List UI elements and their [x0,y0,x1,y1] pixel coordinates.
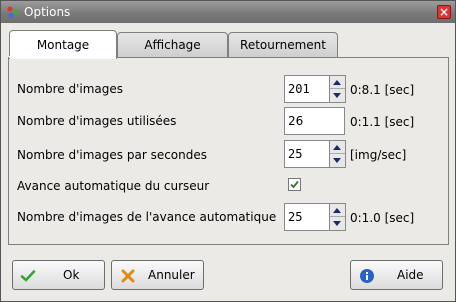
images-per-second-stepper[interactable] [330,140,346,168]
images-per-second-unit: [img/sec] [350,148,407,162]
tab-label: Retournement [240,38,326,52]
used-images-duration: 0:1.1 [sec] [350,115,415,129]
used-images-input[interactable]: 26 [284,107,345,135]
cancel-label: Annuler [148,268,195,282]
help-label: Aide [397,268,424,282]
images-count-input[interactable]: 201 [284,75,330,103]
tab-affichage[interactable]: Affichage [117,32,228,57]
ok-button[interactable]: Ok [12,260,105,290]
stepper-up-button[interactable] [330,141,345,154]
stepper-down-button[interactable] [330,154,345,167]
used-images-label: Nombre d'images utilisées [17,114,177,128]
images-count-stepper[interactable] [330,75,346,103]
tab-label: Montage [36,38,90,52]
title-bar[interactable]: Options × [1,1,455,23]
arrow-up-icon [333,208,341,213]
arrow-up-icon [333,145,341,150]
cancel-icon [121,269,135,283]
auto-advance-label: Avance automatique du curseur [17,179,210,193]
images-count-duration: 0:8.1 [sec] [350,83,415,97]
stepper-down-button[interactable] [330,89,345,102]
auto-advance-images-label: Nombre d'images de l'avance automatique [17,210,277,224]
checkmark-icon [290,180,299,189]
cancel-button[interactable]: Annuler [111,260,204,290]
app-icon [7,6,19,18]
auto-advance-duration: 0:1.0 [sec] [350,211,415,225]
arrow-down-icon [333,158,341,163]
tab-label: Affichage [144,38,201,52]
stepper-down-button[interactable] [330,217,345,230]
stepper-up-button[interactable] [330,204,345,217]
ok-label: Ok [63,268,80,282]
check-icon [20,270,36,282]
auto-advance-images-stepper[interactable] [330,203,346,231]
auto-advance-checkbox[interactable] [288,178,301,191]
auto-advance-images-input[interactable]: 25 [284,203,330,231]
images-per-second-label: Nombre d'images par secondes [17,148,208,162]
info-icon [360,269,374,283]
tab-retournement[interactable]: Retournement [228,32,338,57]
tab-montage[interactable]: Montage [9,30,117,59]
arrow-down-icon [333,93,341,98]
window-title: Options [24,5,71,19]
options-dialog: Options × Montage Affichage Retournement… [0,0,456,302]
help-button[interactable]: Aide [350,260,443,290]
stepper-up-button[interactable] [330,76,345,89]
active-tab-join [9,56,116,58]
images-per-second-input[interactable]: 25 [284,140,330,168]
arrow-down-icon [333,221,341,226]
arrow-up-icon [333,80,341,85]
close-icon[interactable]: × [437,5,451,19]
images-count-label: Nombre d'images [17,82,124,96]
